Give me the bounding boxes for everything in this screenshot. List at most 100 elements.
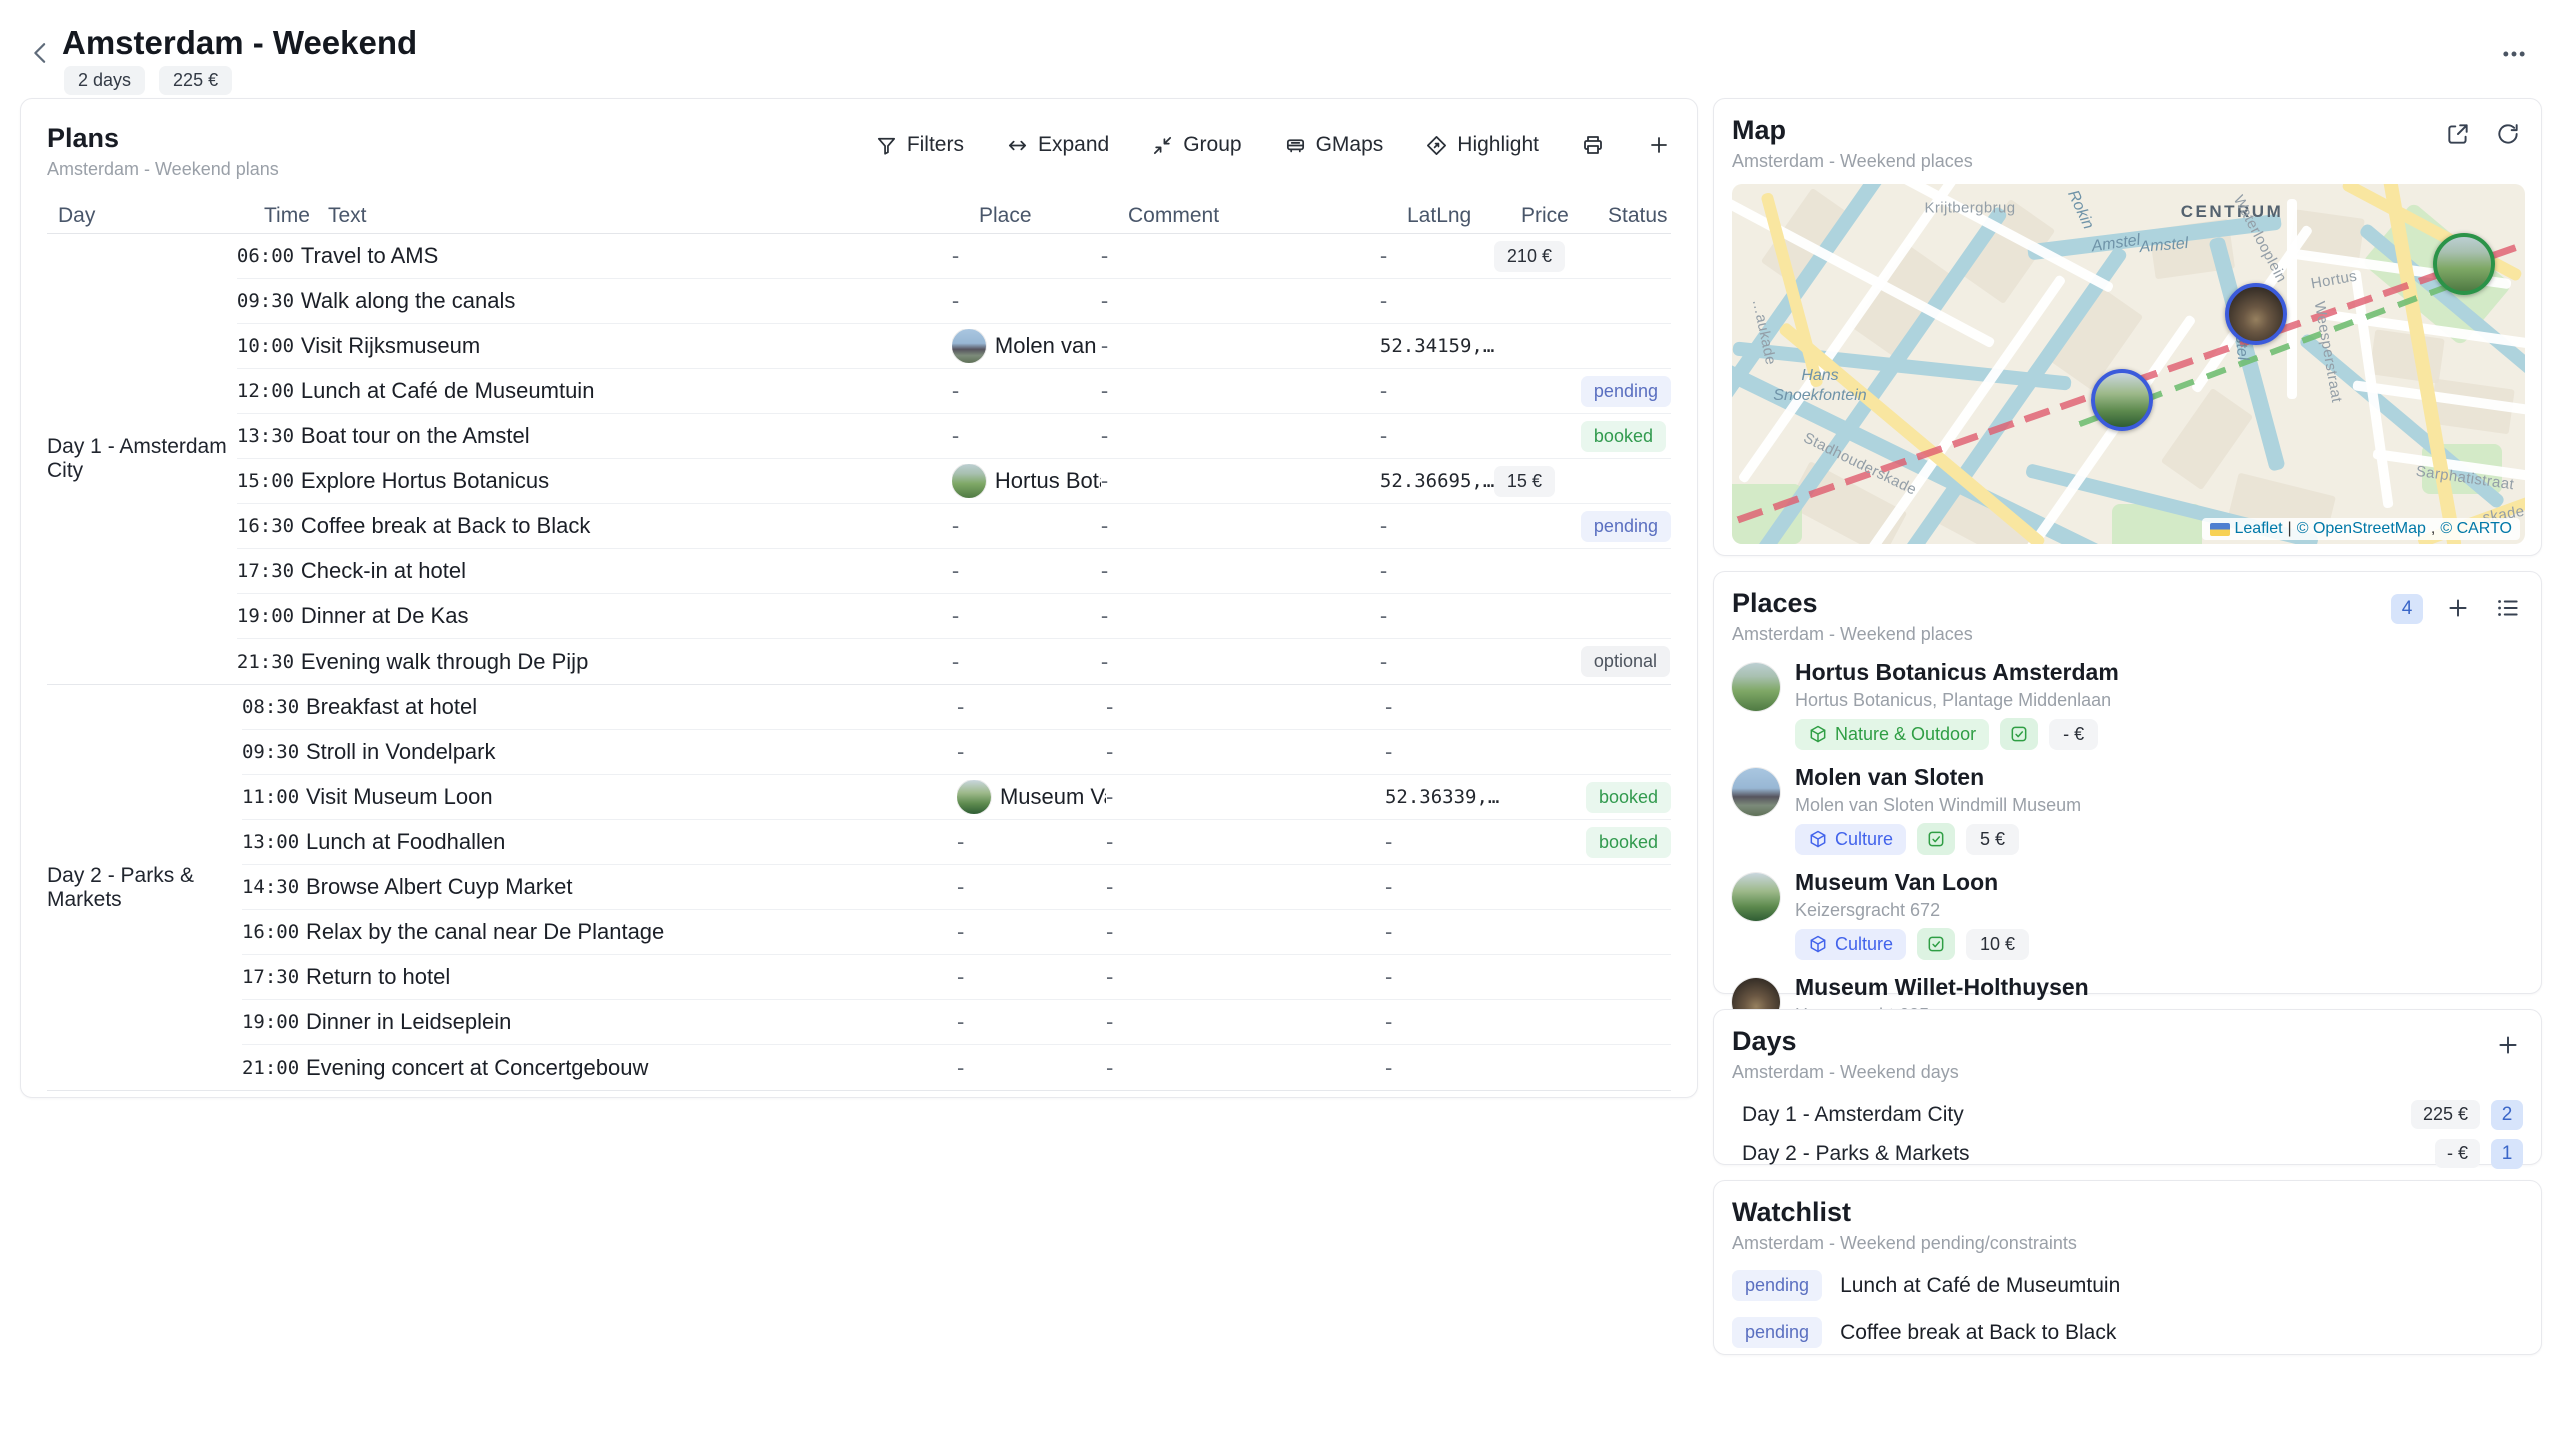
plans-table-header: Day Time Text Place Comment LatLng Price… — [47, 198, 1671, 234]
place-address: Molen van Sloten Windmill Museum — [1795, 795, 2081, 816]
place-address: Hortus Botanicus, Plantage Middenlaan — [1795, 690, 2119, 711]
plans-table: Day Time Text Place Comment LatLng Price… — [47, 198, 1671, 1091]
place-name: Hortus Botanicus Amsterdam — [1795, 659, 2119, 686]
carto-link[interactable]: © CARTO — [2440, 520, 2512, 538]
group-icon — [1151, 134, 1174, 157]
hortus-thumbnail — [952, 464, 986, 498]
add-day-button[interactable] — [2495, 1032, 2523, 1060]
leaflet-link[interactable]: Leaflet — [2235, 520, 2283, 538]
gmaps-label: GMaps — [1316, 133, 1384, 157]
watchlist-title: Watchlist — [1732, 1197, 2077, 1228]
plan-row[interactable]: 21:30Evening walk through De Pijp---opti… — [237, 639, 1671, 684]
attribution-comma: , — [2431, 520, 2435, 538]
group-label: Group — [1183, 133, 1241, 157]
plan-row[interactable]: 13:00Lunch at Foodhallen---booked — [242, 820, 1671, 865]
day-label: Day 1 - Amsterdam City — [1732, 1103, 2411, 1127]
plan-row[interactable]: 11:00Visit Museum LoonMuseum Va…-52.3633… — [242, 775, 1671, 820]
print-button[interactable] — [1581, 133, 1605, 157]
category-tag-label: Culture — [1835, 934, 1893, 955]
watchlist-item[interactable]: pendingLunch at Café de Museumtuin — [1732, 1270, 2523, 1301]
col-status: Status — [1608, 204, 1671, 228]
group-button[interactable]: Group — [1151, 133, 1241, 157]
col-price: Price — [1521, 204, 1608, 228]
overflow-menu-button[interactable] — [2500, 40, 2534, 70]
places-list-view-button[interactable] — [2495, 595, 2523, 623]
plan-row[interactable]: 21:00Evening concert at Concertgebouw--- — [242, 1045, 1671, 1090]
place-list-item[interactable]: Hortus Botanicus Amsterdam Hortus Botanic… — [1732, 659, 2523, 750]
map-shape — [2369, 329, 2445, 383]
map-fullscreen-button[interactable] — [2445, 121, 2473, 149]
day-label: Day 2 - Parks & Markets — [1732, 1142, 2435, 1166]
place-price-badge: 5 € — [1966, 824, 2019, 855]
category-tag-label: Nature & Outdoor — [1835, 724, 1976, 745]
plan-row[interactable]: 16:30Coffee break at Back to Black---pen… — [237, 504, 1671, 549]
marker-hortus-botanicus[interactable] — [2433, 233, 2495, 295]
map-viewport[interactable]: Leaflet | © OpenStreetMap, © CARTO Krijt… — [1732, 184, 2525, 544]
plan-row[interactable]: 09:30Stroll in Vondelpark--- — [242, 730, 1671, 775]
osm-link[interactable]: © OpenStreetMap — [2297, 520, 2426, 538]
col-time: Time — [264, 204, 328, 228]
plan-row[interactable]: 06:00Travel to AMS---210 € — [237, 234, 1671, 279]
add-place-button[interactable] — [2445, 595, 2473, 623]
plan-row[interactable]: 10:00Visit RijksmuseumMolen van …-52.341… — [237, 324, 1671, 369]
plans-toolbar: Filters Expand Group GMaps Highlight — [875, 133, 1671, 157]
checkbox-check-icon — [1926, 829, 1946, 849]
gmaps-button[interactable]: GMaps — [1284, 133, 1384, 157]
plan-row[interactable]: 08:30Breakfast at hotel--- — [242, 685, 1671, 730]
marker-museum-van-loon[interactable] — [2091, 369, 2153, 431]
expand-button[interactable]: Expand — [1006, 133, 1109, 157]
expand-label: Expand — [1038, 133, 1109, 157]
place-price-badge: 10 € — [1966, 929, 2029, 960]
day-price-badge: 225 € — [2411, 1100, 2480, 1129]
plus-icon — [2495, 1032, 2521, 1058]
vanloon-thumbnail — [957, 780, 991, 814]
status-badge: booked — [1586, 782, 1671, 813]
place-price-badge: - € — [2049, 719, 2098, 750]
col-latlng: LatLng — [1407, 204, 1521, 228]
places-subtitle: Amsterdam - Weekend places — [1732, 624, 1973, 645]
map-refresh-button[interactable] — [2495, 121, 2523, 149]
day-list-item[interactable]: Day 2 - Parks & Markets- €1 — [1732, 1134, 2523, 1173]
category-tag: Culture — [1795, 929, 1906, 960]
plan-row[interactable]: 17:30Return to hotel--- — [242, 955, 1671, 1000]
vanloon-photo — [1732, 873, 1780, 921]
place-name: Museum Willet-Holthuysen — [1795, 974, 2089, 1001]
page-title: Amsterdam - Weekend — [62, 24, 417, 62]
filters-button[interactable]: Filters — [875, 133, 964, 157]
map-label: Rokin — [2063, 188, 2097, 233]
checkbox-check-icon — [2009, 724, 2029, 744]
plan-row[interactable]: 19:00Dinner in Leidseplein--- — [242, 1000, 1671, 1045]
price-badge: 210 € — [1494, 241, 1565, 272]
highlight-label: Highlight — [1457, 133, 1539, 157]
highlight-button[interactable]: Highlight — [1425, 133, 1539, 157]
map-label: Krijtbergbrug — [1924, 200, 2015, 217]
category-tag-label: Culture — [1835, 829, 1893, 850]
price-badge: 15 € — [1494, 466, 1555, 497]
plans-header: Plans Amsterdam - Weekend plans Filters … — [47, 123, 1671, 180]
back-button[interactable] — [26, 38, 60, 72]
marker-museum-willet-holthuysen[interactable] — [2225, 283, 2287, 345]
places-title: Places — [1732, 588, 1973, 619]
add-plan-button[interactable] — [1647, 133, 1671, 157]
watchlist-panel: Watchlist Amsterdam - Weekend pending/co… — [1713, 1180, 2542, 1355]
plan-row[interactable]: 17:30Check-in at hotel--- — [237, 549, 1671, 594]
watchlist-text: Coffee break at Back to Black — [1840, 1321, 2116, 1345]
plan-row[interactable]: 09:30Walk along the canals--- — [237, 279, 1671, 324]
filters-label: Filters — [907, 133, 964, 157]
filter-icon — [875, 134, 898, 157]
days-panel: Days Amsterdam - Weekend days Day 1 - Am… — [1713, 1009, 2542, 1165]
place-list-item[interactable]: Molen van SlotenMolen van Sloten Windmil… — [1732, 764, 2523, 855]
plan-row[interactable]: 16:00Relax by the canal near De Plantage… — [242, 910, 1671, 955]
day-list-item[interactable]: Day 1 - Amsterdam City225 €2 — [1732, 1095, 2523, 1134]
status-badge: pending — [1581, 376, 1671, 407]
total-price-badge: 225 € — [159, 66, 232, 95]
place-name: Museum Van Loon — [1795, 869, 2029, 896]
plan-row[interactable]: 19:00Dinner at De Kas--- — [237, 594, 1671, 639]
plan-row[interactable]: 14:30Browse Albert Cuyp Market--- — [242, 865, 1671, 910]
plan-row[interactable]: 12:00Lunch at Café de Museumtuin---pendi… — [237, 369, 1671, 414]
map-label: Hortus — [2310, 268, 2359, 293]
watchlist-item[interactable]: pendingCoffee break at Back to Black — [1732, 1317, 2523, 1348]
plan-row[interactable]: 13:30Boat tour on the Amstel---booked — [237, 414, 1671, 459]
place-list-item[interactable]: Museum Van LoonKeizersgracht 672Culture1… — [1732, 869, 2523, 960]
plan-row[interactable]: 15:00Explore Hortus BotanicusHortus Bota… — [237, 459, 1671, 504]
